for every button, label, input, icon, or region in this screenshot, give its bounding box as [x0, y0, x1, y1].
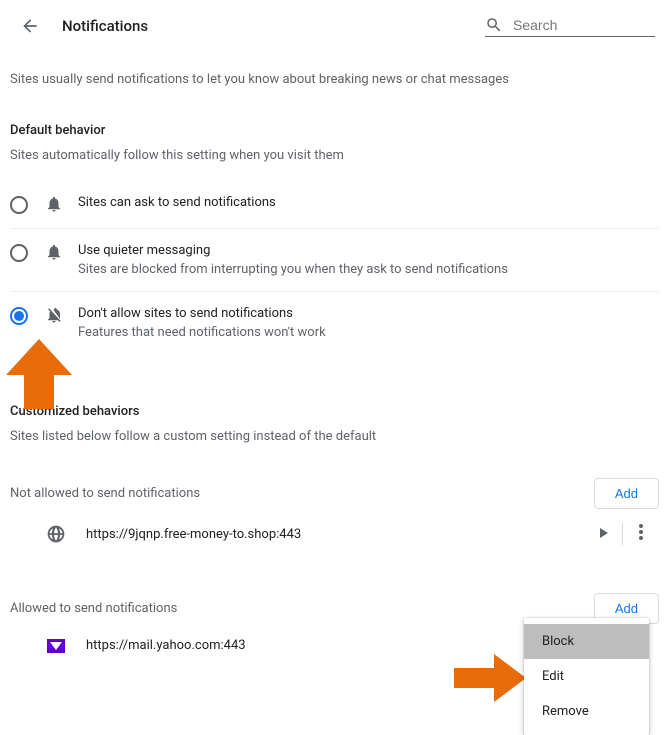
- radio-group: Sites can ask to send notifications Use …: [10, 181, 659, 354]
- menu-item-remove[interactable]: Remove: [524, 694, 649, 729]
- divider: [622, 523, 623, 545]
- custom-heading: Customized behaviors: [10, 404, 659, 419]
- page-title: Notifications: [62, 17, 485, 35]
- option-title: Don't allow sites to send notifications: [78, 306, 659, 321]
- back-button[interactable]: [14, 10, 46, 42]
- yahoo-mail-icon: [46, 639, 66, 653]
- radio-button[interactable]: [10, 307, 30, 325]
- chevron-right-icon[interactable]: [592, 527, 616, 542]
- allowed-heading-text: Allowed to send notifications: [10, 601, 177, 616]
- search-input[interactable]: [511, 16, 641, 34]
- menu-item-block[interactable]: Block: [524, 624, 649, 659]
- search-icon: [485, 16, 503, 34]
- option-title: Sites can ask to send notifications: [78, 195, 659, 210]
- bell-icon: [44, 243, 64, 261]
- bell-off-icon: [44, 306, 64, 324]
- radio-button[interactable]: [10, 196, 30, 214]
- header: Notifications: [10, 10, 659, 42]
- more-button[interactable]: [629, 524, 653, 544]
- default-heading: Default behavior: [10, 123, 659, 138]
- bell-icon: [44, 195, 64, 213]
- intro-text: Sites usually send notifications to let …: [10, 72, 659, 87]
- blocked-header: Not allowed to send notifications Add: [10, 478, 659, 509]
- option-sub: Sites are blocked from interrupting you …: [78, 262, 659, 277]
- blocked-site-row[interactable]: https://9jqnp.free-money-to.shop:443: [10, 509, 659, 559]
- arrow-left-icon: [20, 16, 40, 36]
- context-menu: Block Edit Remove: [524, 618, 649, 735]
- radio-option-ask[interactable]: Sites can ask to send notifications: [10, 181, 659, 228]
- menu-item-edit[interactable]: Edit: [524, 659, 649, 694]
- radio-option-block[interactable]: Don't allow sites to send notifications …: [10, 291, 659, 354]
- add-blocked-button[interactable]: Add: [594, 478, 659, 509]
- radio-button[interactable]: [10, 244, 30, 262]
- option-sub: Features that need notifications won't w…: [78, 325, 659, 340]
- radio-option-quieter[interactable]: Use quieter messaging Sites are blocked …: [10, 228, 659, 291]
- site-url: https://9jqnp.free-money-to.shop:443: [86, 527, 592, 542]
- page: Notifications Sites usually send notific…: [10, 10, 659, 667]
- default-sub: Sites automatically follow this setting …: [10, 148, 659, 163]
- search-box[interactable]: [485, 16, 655, 37]
- globe-icon: [46, 524, 66, 544]
- option-title: Use quieter messaging: [78, 243, 659, 258]
- blocked-heading-text: Not allowed to send notifications: [10, 486, 200, 501]
- custom-sub: Sites listed below follow a custom setti…: [10, 429, 659, 444]
